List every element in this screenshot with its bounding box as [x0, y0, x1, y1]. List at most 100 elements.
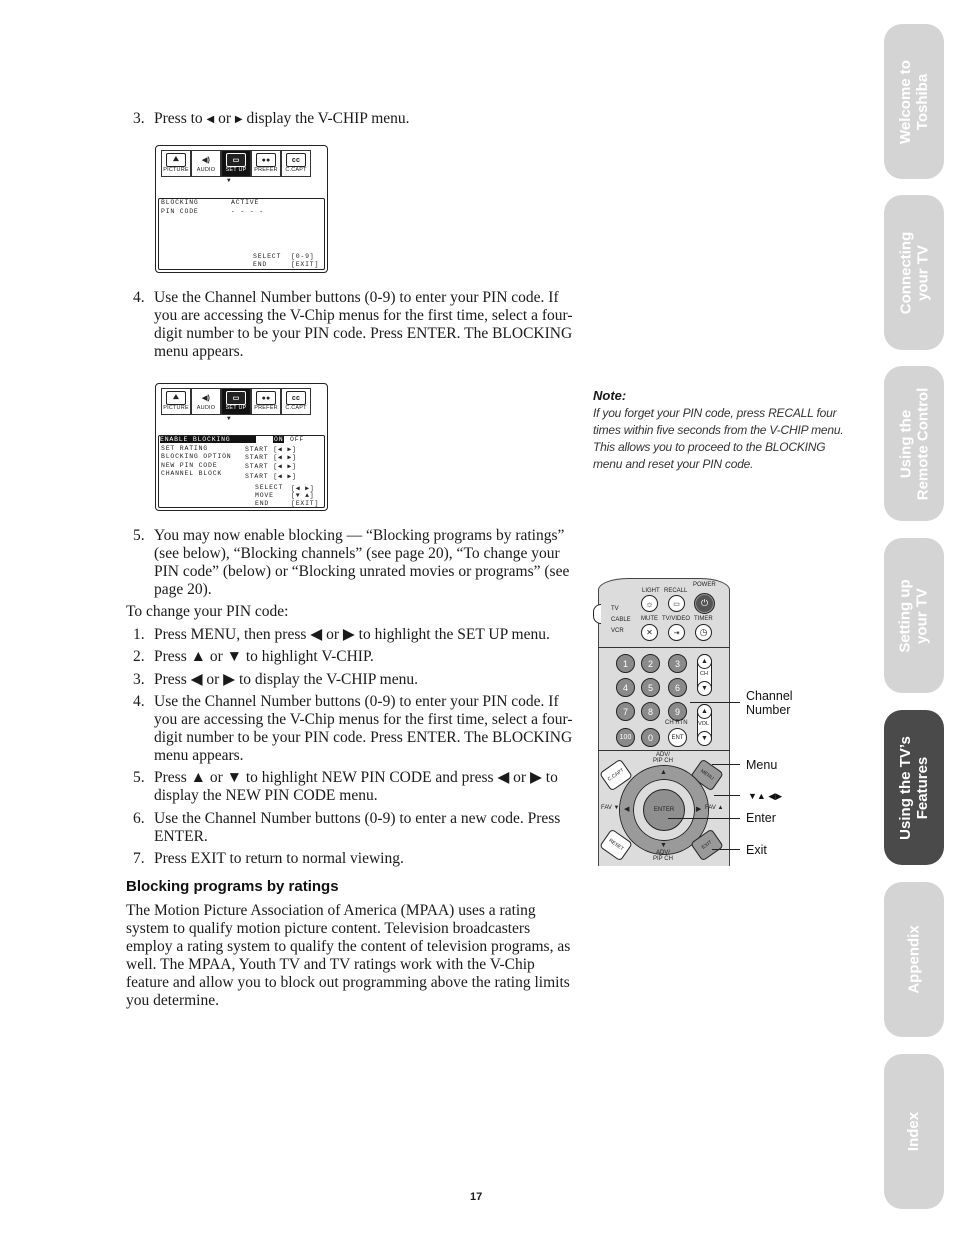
side-tab-index[interactable]: Index	[884, 1054, 944, 1209]
mute-button[interactable]: ✕	[641, 624, 658, 641]
digit-8-button[interactable]: 8	[641, 702, 660, 721]
up-arrow-icon: ▲	[701, 658, 708, 665]
step-4-enter-pin: 4. Use the Channel Number buttons (0-9) …	[133, 289, 573, 360]
input-icon: ⇥	[673, 629, 680, 637]
osd-row-set-rating: SET RATING	[161, 445, 209, 452]
osd-footer-move-value: [▼ ▲]	[291, 492, 315, 499]
digit-6-button[interactable]: 6	[668, 678, 687, 697]
light-button[interactable]: ☼	[641, 595, 658, 612]
side-tab-features[interactable]: Using the TV’s Features	[884, 710, 944, 865]
osd-menu-tabs: ⛰ PICTURE ◀) AUDIO ▭ SET UP ●● PREFER cc C.CA…	[161, 388, 311, 415]
note-body: If you forget your PIN code, press RECAL…	[593, 406, 844, 471]
osd-footer-select-value: [◀ ▶]	[291, 485, 315, 492]
osd-menu-tabs: ⛰ PICTURE ◀) AUDIO ▭ SET UP ●● PREFER cc C.CA…	[161, 150, 311, 177]
ent-button[interactable]: ENT	[668, 728, 687, 747]
osd-row-blocking-option: BLOCKING OPTION	[161, 453, 232, 460]
osd-menu-body: BLOCKING ACTIVE PIN CODE - - - - SELECT …	[158, 198, 325, 270]
speaker-icon: ◀)	[201, 395, 211, 402]
osd-row-pin-code: PIN CODE	[161, 208, 199, 215]
osd-enable-on: ON	[273, 436, 285, 443]
section-heading: Blocking programs by ratings	[126, 878, 339, 895]
osd-tab-ccapt: cc C.CAPT	[281, 150, 311, 177]
change-pin-step-5: 5. Press ▲ or ▼ to highlight NEW PIN COD…	[133, 769, 558, 804]
callout-channel-number: Channel Number	[746, 689, 793, 717]
tvvideo-label: TV/VIDEO	[662, 616, 691, 622]
ch-label: CH	[700, 671, 708, 677]
callout-menu: Menu	[746, 758, 778, 772]
osd-tab-setup: ▭ SET UP	[221, 150, 251, 177]
remote-divider	[598, 750, 730, 751]
change-pin-step-1: 1. Press MENU, then press ◀ or ▶ to high…	[133, 626, 550, 643]
channel-down-button[interactable]: ▼	[697, 681, 712, 696]
mute-label: MUTE	[641, 616, 658, 622]
side-tab-appendix[interactable]: Appendix	[884, 882, 944, 1037]
osd-footer-select-value: [0-9]	[291, 253, 315, 260]
down-button[interactable]: ▼	[660, 842, 667, 849]
vol-label: VOL	[698, 721, 710, 727]
digit-7-button[interactable]: 7	[616, 702, 635, 721]
channel-up-button[interactable]: ▲	[697, 654, 712, 669]
power-button[interactable]: ⏻	[694, 593, 715, 614]
osd-enable-off: OFF	[290, 436, 305, 443]
tvvideo-button[interactable]: ⇥	[668, 624, 685, 641]
osd-tab-picture: ⛰ PICTURE	[161, 150, 191, 177]
side-tab-setting-up[interactable]: Setting up your TV	[884, 538, 944, 693]
speaker-icon: ◀)	[201, 157, 211, 164]
timer-button[interactable]: ◷	[695, 624, 712, 641]
enter-button[interactable]: ENTER	[643, 789, 685, 831]
mode-switch[interactable]	[593, 604, 601, 624]
up-button[interactable]: ▲	[660, 769, 667, 776]
mode-cable-label: CABLE	[611, 617, 631, 623]
recall-icon: ▭	[673, 600, 680, 608]
recall-button[interactable]: ▭	[668, 595, 685, 612]
osd-footer-end: END	[255, 500, 270, 507]
picture-icon: ⛰	[166, 391, 186, 405]
osd-value-new-pin-code: START [◀ ▶]	[245, 463, 297, 470]
side-tab-connecting[interactable]: Connecting your TV	[884, 195, 944, 350]
osd-row-enable-blocking: ENABLE BLOCKING	[160, 436, 256, 443]
digit-3-button[interactable]: 3	[668, 654, 687, 673]
remote-divider	[598, 647, 730, 648]
left-button[interactable]: ◀	[624, 805, 629, 813]
callout-line-channel-number	[690, 702, 740, 703]
osd-footer-move: MOVE	[255, 492, 274, 499]
right-button[interactable]: ▶	[696, 805, 701, 813]
fav-down-label: FAV ▼	[601, 805, 620, 811]
osd-value-blocking: ACTIVE	[231, 199, 260, 206]
adv-pip-ch-top-label: ADV/ PIP CH	[653, 752, 673, 764]
osd-tab-audio: ◀) AUDIO	[191, 388, 221, 415]
fav-up-label: FAV ▲	[705, 805, 724, 811]
clock-icon: ◷	[699, 627, 708, 637]
side-tab-remote-control[interactable]: Using the Remote Control	[884, 366, 944, 521]
digit-2-button[interactable]: 2	[641, 654, 660, 673]
digit-5-button[interactable]: 5	[641, 678, 660, 697]
blocking-menu-screen: ⛰ PICTURE ◀) AUDIO ▭ SET UP ●● PREFER cc C.CA…	[155, 383, 328, 511]
digit-1-button[interactable]: 1	[616, 654, 635, 673]
volume-down-button[interactable]: ▼	[697, 731, 712, 746]
note-title: Note:	[593, 388, 627, 403]
selected-tab-pointer-icon: ▼	[227, 415, 232, 422]
step-3-display-vchip: 3. Press to ◀ or ▶ display the V-CHIP me…	[133, 110, 410, 127]
up-arrow-icon: ▲	[701, 708, 708, 715]
osd-footer-select: SELECT	[253, 253, 282, 260]
cc-icon: cc	[286, 153, 306, 167]
osd-tab-prefer: ●● PREFER	[251, 388, 281, 415]
change-pin-intro: To change your PIN code:	[126, 603, 289, 620]
callout-exit: Exit	[746, 843, 767, 857]
digit-4-button[interactable]: 4	[616, 678, 635, 697]
osd-row-blocking: BLOCKING	[161, 199, 199, 206]
side-tab-welcome[interactable]: Welcome to Toshiba	[884, 24, 944, 179]
osd-tab-prefer: ●● PREFER	[251, 150, 281, 177]
osd-value-set-rating: START [◀ ▶]	[245, 446, 297, 453]
callout-line-arrows	[714, 795, 740, 796]
step-5-enable-blocking: 5. You may now enable blocking — “Blocki…	[133, 527, 570, 598]
right-arrow-icon: ▶	[234, 114, 243, 125]
volume-up-button[interactable]: ▲	[697, 704, 712, 719]
digit-9-button[interactable]: 9	[668, 702, 687, 721]
digit-100-button[interactable]: 100	[616, 728, 635, 747]
osd-value-pin-code: - - - -	[231, 208, 264, 215]
digit-0-button[interactable]: 0	[641, 728, 660, 747]
recall-label: RECALL	[664, 588, 688, 594]
mute-icon: ✕	[646, 628, 653, 637]
osd-row-new-pin-code: NEW PIN CODE	[161, 462, 218, 469]
